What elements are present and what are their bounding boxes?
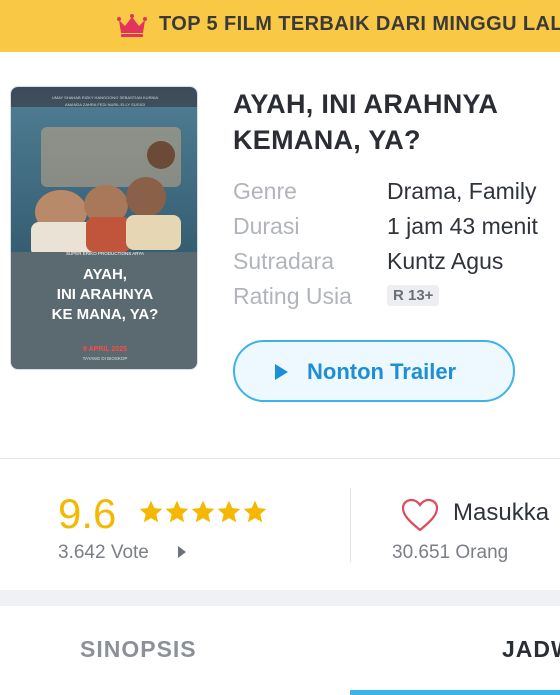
tab-sinopsis[interactable]: SINOPSIS <box>80 636 197 663</box>
info-label: Genre <box>233 178 297 204</box>
movie-title: AYAH, INI ARAHNYA KEMANA, YA? <box>233 89 498 155</box>
favorite-count: 30.651 Orang <box>392 542 509 563</box>
info-value: Kuntz Agus <box>387 248 504 274</box>
rating-score: 9.6 <box>58 490 117 537</box>
poster-release-date: 9 APRIL 2025 <box>83 346 127 353</box>
poster-footer: TAYANG DI BIOSKOP <box>83 356 128 361</box>
heart-icon[interactable] <box>400 497 440 533</box>
rating-stars <box>138 499 268 529</box>
vote-count[interactable]: 3.642 Vote <box>58 542 149 564</box>
add-to-favorite-label[interactable]: Masukka <box>453 499 549 527</box>
top-banner[interactable]: TOP 5 FILM TERBAIK DARI MINGGU LAL <box>0 0 560 52</box>
poster-credits-2: AMANDA ZAHRA FEDI NURIL ELLY SUGIGI <box>65 102 145 107</box>
crown-icon <box>117 14 147 37</box>
star-icon <box>217 500 241 523</box>
info-value: Drama, Family <box>387 178 537 204</box>
play-icon <box>275 364 288 380</box>
info-label: Durasi <box>233 213 300 239</box>
star-icon <box>243 500 267 523</box>
poster-title-1: AYAH, <box>83 266 127 283</box>
star-icon <box>191 500 215 523</box>
chevron-right-icon[interactable] <box>178 546 186 558</box>
divider <box>0 458 560 459</box>
active-tab-indicator <box>350 690 560 695</box>
watch-trailer-button[interactable]: Nonton Trailer <box>233 340 515 402</box>
movie-poster[interactable]: UMAY SHAHAB RIZKY HANGGONO SEBASTIAN KUR… <box>10 86 198 370</box>
vertical-divider <box>350 488 351 562</box>
info-value: 1 jam 43 menit <box>387 213 538 239</box>
tab-jadwal[interactable]: JADW <box>502 636 560 663</box>
star-icon <box>165 500 189 523</box>
age-rating-badge: R 13+ <box>387 285 440 306</box>
banner-text: TOP 5 FILM TERBAIK DARI MINGGU LAL <box>159 13 560 35</box>
section-separator <box>0 590 560 606</box>
info-label: Rating Usia <box>233 283 352 309</box>
poster-credits: UMAY SHAHAB RIZKY HANGGONO SEBASTIAN KUR… <box>52 95 159 100</box>
poster-title-3: KE MANA, YA? <box>52 306 159 323</box>
star-icon <box>139 500 163 523</box>
poster-studio: SUPER ERIKO PRODUCTIONS ARYA <box>66 251 144 256</box>
info-label: Sutradara <box>233 248 335 274</box>
poster-title-2: INI ARAHNYA <box>57 286 154 303</box>
poster-image: UMAY SHAHAB RIZKY HANGGONO SEBASTIAN KUR… <box>11 87 197 369</box>
watch-trailer-label: Nonton Trailer <box>307 359 457 384</box>
